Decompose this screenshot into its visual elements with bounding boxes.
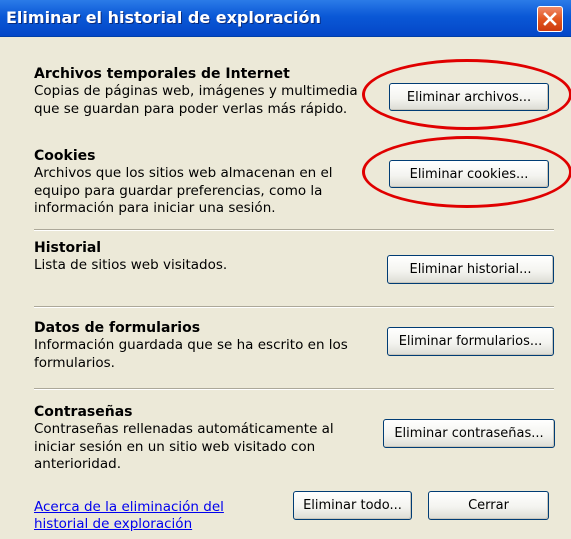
section-heading: Archivos temporales de Internet (34, 66, 290, 82)
delete-files-button[interactable]: Eliminar archivos... (389, 83, 549, 111)
delete-all-button[interactable]: Eliminar todo... (293, 491, 412, 520)
section-description: Copias de páginas web, imágenes y multim… (34, 83, 358, 117)
section-heading: Historial (34, 240, 102, 256)
section-heading: Cookies (34, 148, 96, 164)
separator (34, 306, 554, 308)
section-heading: Datos de formularios (34, 320, 201, 336)
window-title: Eliminar el historial de exploración (6, 8, 321, 27)
close-dialog-button[interactable]: Cerrar (428, 491, 549, 520)
close-icon (543, 12, 557, 26)
section-heading: Contraseñas (34, 404, 133, 420)
section-forms: Datos de formularios Información guardad… (34, 319, 364, 372)
close-button[interactable] (537, 6, 563, 32)
delete-forms-button[interactable]: Eliminar formularios... (387, 327, 554, 356)
section-description: Contraseñas rellenadas automáticamente a… (34, 421, 334, 472)
section-cookies: Cookies Archivos que los sitios web alma… (34, 147, 364, 218)
about-deletion-link[interactable]: Acerca de la eliminación del historial d… (34, 499, 274, 533)
separator (34, 229, 554, 231)
section-temp-files: Archivos temporales de Internet Copias d… (34, 65, 364, 118)
separator (34, 388, 554, 390)
section-history: Historial Lista de sitios web visitados. (34, 239, 364, 275)
delete-cookies-button[interactable]: Eliminar cookies... (389, 160, 549, 188)
title-bar: Eliminar el historial de exploración (0, 0, 571, 37)
section-description: Lista de sitios web visitados. (34, 257, 228, 273)
delete-passwords-button[interactable]: Eliminar contraseñas... (383, 419, 555, 448)
section-passwords: Contraseñas Contraseñas rellenadas autom… (34, 403, 364, 474)
section-description: Archivos que los sitios web almacenan en… (34, 165, 333, 216)
delete-history-button[interactable]: Eliminar historial... (387, 255, 554, 284)
section-description: Información guardada que se ha escrito e… (34, 337, 348, 371)
dialog-body: Archivos temporales de Internet Copias d… (0, 37, 571, 539)
